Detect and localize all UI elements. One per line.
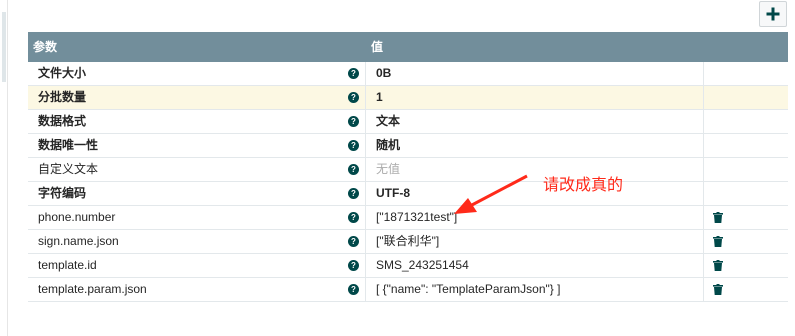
property-name-cell: template.id? bbox=[28, 254, 366, 277]
actions-cell bbox=[704, 230, 788, 253]
actions-cell bbox=[704, 278, 788, 301]
help-icon[interactable]: ? bbox=[348, 92, 359, 103]
table-row[interactable]: template.param.json?[ {"name": "Template… bbox=[28, 278, 788, 302]
help-icon[interactable]: ? bbox=[348, 188, 359, 199]
property-name-cell: 自定义文本? bbox=[28, 158, 366, 181]
property-name: 数据唯一性 bbox=[38, 138, 99, 152]
help-icon[interactable]: ? bbox=[348, 284, 359, 295]
property-value[interactable]: 1 bbox=[366, 86, 704, 109]
property-value[interactable]: ["联合利华"] bbox=[366, 230, 704, 253]
property-value[interactable]: [ {"name": "TemplateParamJson"} ] bbox=[366, 278, 704, 301]
property-value[interactable]: 随机 bbox=[366, 134, 704, 157]
property-value[interactable]: UTF-8 bbox=[366, 182, 704, 205]
property-value[interactable]: SMS_243251454 bbox=[366, 254, 704, 277]
help-icon[interactable]: ? bbox=[348, 212, 359, 223]
trash-icon[interactable] bbox=[713, 212, 723, 223]
help-icon[interactable]: ? bbox=[348, 236, 359, 247]
trash-icon[interactable] bbox=[713, 236, 723, 247]
table-row[interactable]: 分批数量? 1 bbox=[28, 86, 788, 110]
property-name: sign.name.json bbox=[38, 234, 119, 248]
actions-cell bbox=[704, 254, 788, 277]
table-row[interactable]: 自定义文本? 无值 bbox=[28, 158, 788, 182]
table-row[interactable]: sign.name.json? ["联合利华"] bbox=[28, 230, 788, 254]
column-header-value[interactable]: 值 bbox=[366, 32, 788, 62]
property-name-cell: 分批数量? bbox=[28, 86, 366, 109]
trash-icon[interactable] bbox=[713, 260, 723, 271]
table-row[interactable]: 数据唯一性? 随机 bbox=[28, 134, 788, 158]
annotation-text: 请改成真的 bbox=[543, 175, 624, 194]
property-name: 字符编码 bbox=[38, 186, 87, 200]
property-value[interactable]: 文本 bbox=[366, 110, 704, 133]
actions-cell bbox=[704, 110, 788, 133]
actions-cell bbox=[704, 182, 788, 205]
help-icon[interactable]: ? bbox=[348, 116, 359, 127]
table-row[interactable]: phone.number? ["1871321test"] bbox=[28, 206, 788, 230]
table-row[interactable]: template.id? SMS_243251454 bbox=[28, 254, 788, 278]
actions-cell bbox=[704, 86, 788, 109]
help-icon[interactable]: ? bbox=[348, 260, 359, 271]
left-panel-edge bbox=[0, 0, 8, 336]
actions-cell bbox=[704, 158, 788, 181]
property-name-cell: 文件大小? bbox=[28, 62, 366, 85]
property-value[interactable]: 无值 bbox=[366, 158, 704, 181]
property-name-cell: 数据唯一性? bbox=[28, 134, 366, 157]
property-value[interactable]: ["1871321test"] bbox=[366, 206, 704, 229]
property-name-cell: phone.number? bbox=[28, 206, 366, 229]
property-name: template.param.json bbox=[38, 282, 147, 296]
property-name: 自定义文本 bbox=[38, 162, 99, 176]
property-name: 数据格式 bbox=[38, 114, 87, 128]
help-icon[interactable]: ? bbox=[348, 140, 359, 151]
add-property-button[interactable] bbox=[759, 1, 787, 27]
table-header: 参数 值 bbox=[28, 32, 788, 62]
actions-cell bbox=[704, 206, 788, 229]
help-icon[interactable]: ? bbox=[348, 164, 359, 175]
help-icon[interactable]: ? bbox=[348, 68, 359, 79]
properties-table: 参数 值 文件大小? 0B 分批数量? 1 数据格式? 文本 数据唯一性? 随机 自定义文本? 无… bbox=[28, 32, 788, 302]
property-value[interactable]: 0B bbox=[366, 62, 704, 85]
column-header-param[interactable]: 参数 bbox=[28, 32, 366, 62]
table-body: 文件大小? 0B 分批数量? 1 数据格式? 文本 数据唯一性? 随机 自定义文本? 无值 字符编码… bbox=[28, 62, 788, 302]
plus-icon bbox=[766, 7, 780, 21]
trash-icon[interactable] bbox=[713, 284, 723, 295]
property-name-cell: sign.name.json? bbox=[28, 230, 366, 253]
property-name: 文件大小 bbox=[38, 66, 87, 80]
property-name: template.id bbox=[38, 258, 97, 272]
property-name-cell: 字符编码? bbox=[28, 182, 366, 205]
table-row[interactable]: 数据格式? 文本 bbox=[28, 110, 788, 134]
property-name: phone.number bbox=[38, 210, 116, 224]
property-name-cell: template.param.json? bbox=[28, 278, 366, 301]
actions-cell bbox=[704, 62, 788, 85]
table-row[interactable]: 文件大小? 0B bbox=[28, 62, 788, 86]
property-name: 分批数量 bbox=[38, 90, 87, 104]
table-row[interactable]: 字符编码? UTF-8 bbox=[28, 182, 788, 206]
property-name-cell: 数据格式? bbox=[28, 110, 366, 133]
panel-scroll-indicator bbox=[2, 12, 6, 82]
actions-cell bbox=[704, 134, 788, 157]
